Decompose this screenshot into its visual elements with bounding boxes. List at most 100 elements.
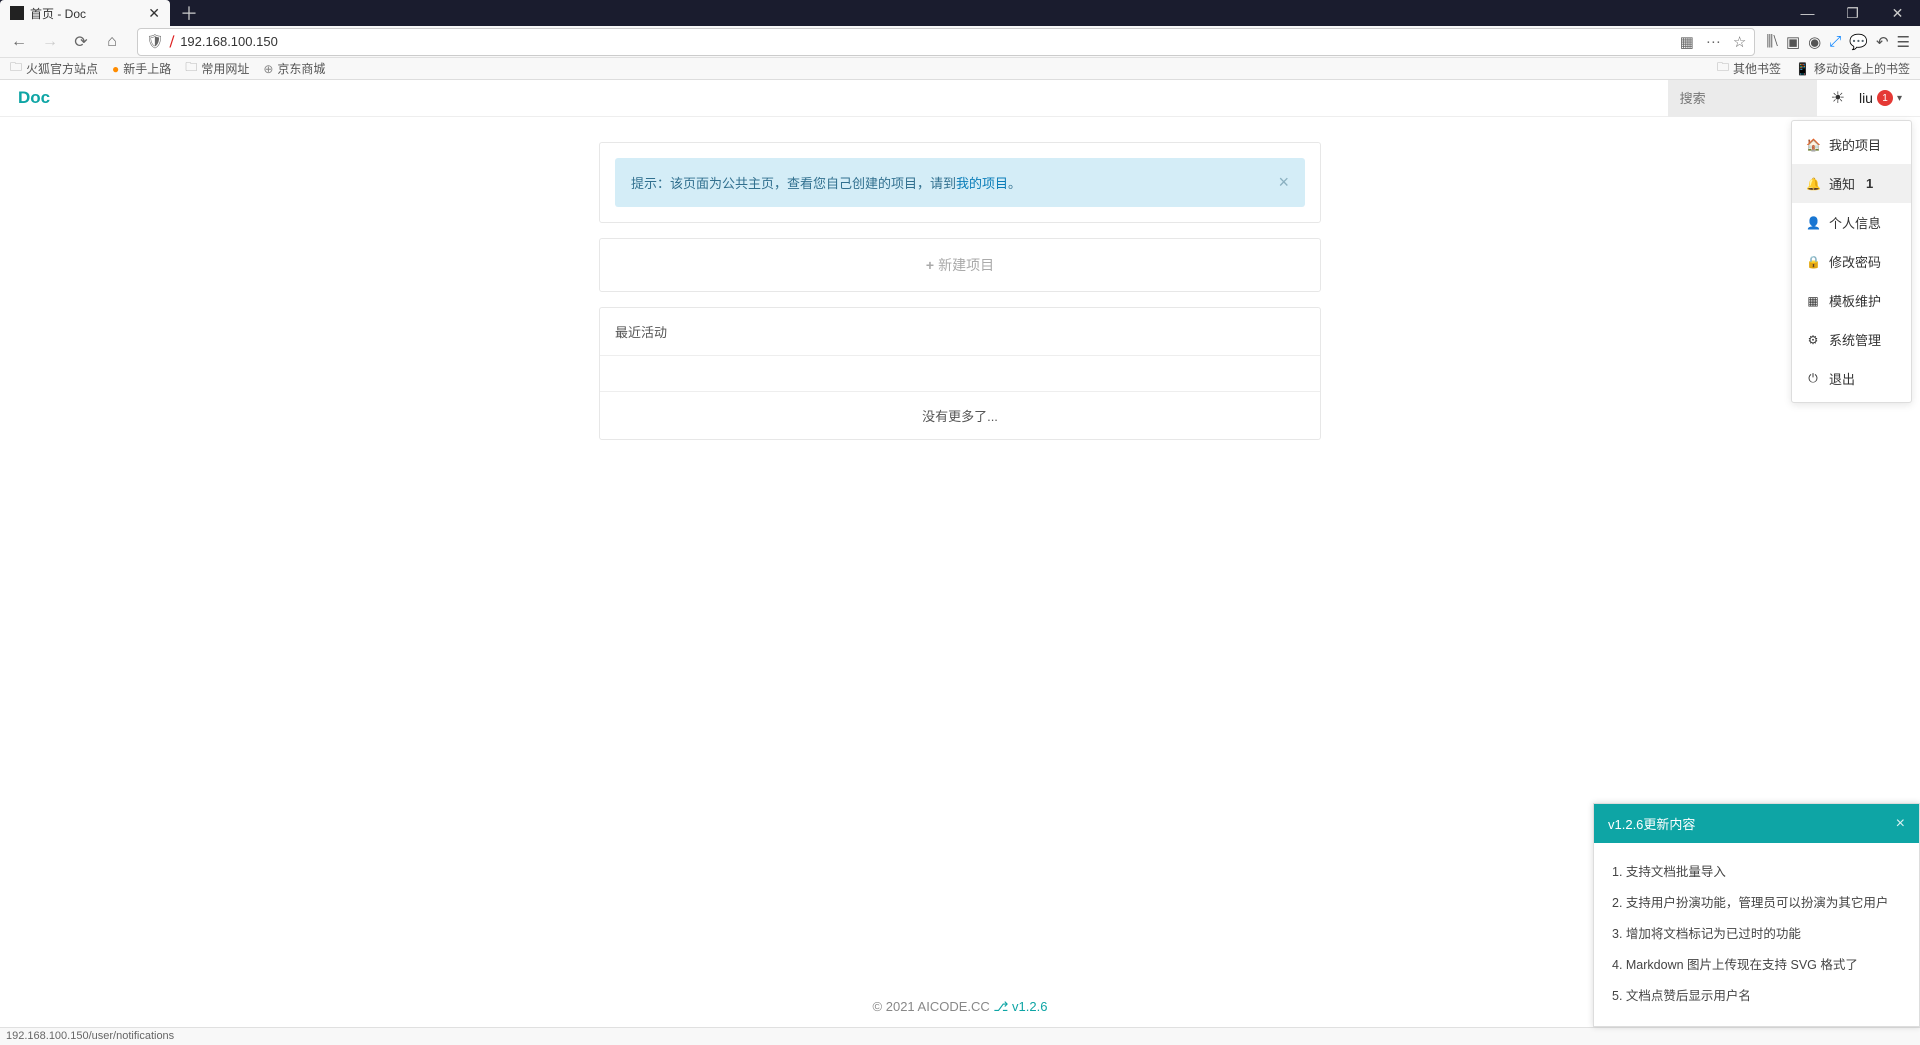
nav-forward-icon[interactable]: → (36, 28, 64, 56)
version-label: v1.2.6 (1012, 999, 1047, 1014)
url-bar[interactable]: 🛡 ⧸ ▦ ··· ☆ (137, 28, 1755, 56)
alert-close-icon[interactable]: × (1278, 172, 1289, 193)
alert-link[interactable]: 我的项目 (956, 173, 1008, 192)
shield-icon[interactable]: 🛡 (146, 33, 164, 50)
brand-logo[interactable]: Doc (18, 88, 50, 108)
bookmark-item[interactable]: ⊕ 京东商城 (263, 60, 325, 77)
bookmarks-bar: 🗀火狐官方站点 ● 新手上路 🗀常用网址 ⊕ 京东商城 🗀其他书签 📱 移动设备上的书… (0, 58, 1920, 80)
bookmark-item[interactable]: 🗀火狐官方站点 (10, 58, 98, 79)
menu-item-label: 修改密码 (1829, 252, 1881, 271)
recent-empty: 没有更多了... (600, 391, 1320, 439)
menu-item-icon: 🔒 (1806, 255, 1820, 269)
recent-body (600, 356, 1320, 391)
tab-close-icon[interactable]: ✕ (148, 5, 160, 22)
bookmark-item[interactable]: 🗀常用网址 (185, 58, 249, 79)
new-tab-button[interactable]: ＋ (180, 0, 198, 26)
dropdown-item[interactable]: ⏻ 退出 (1792, 359, 1911, 398)
changelog-item: 2. 支持用户扮演功能，管理员可以扮演为其它用户 (1612, 886, 1911, 917)
new-project-button[interactable]: +新建项目 (600, 239, 1320, 291)
dropdown-item[interactable]: 👤 个人信息 (1792, 203, 1911, 242)
footer-version-link[interactable]: ⎇ v1.2.6 (993, 999, 1047, 1014)
menu-item-icon: 🏠 (1806, 138, 1820, 152)
menu-item-icon: ⚙ (1806, 333, 1820, 347)
alert-suffix: 。 (1008, 173, 1021, 192)
menu-item-icon: ⏻ (1806, 371, 1820, 386)
bookmark-label: 常用网址 (201, 60, 249, 77)
info-alert: 提示：该页面为公共主页，查看您自己创建的项目，请到 我的项目 。 × (615, 158, 1305, 207)
theme-toggle-icon[interactable]: ☀ (1831, 88, 1845, 108)
library-icon[interactable]: ⫼⧵ (1766, 33, 1778, 50)
nav-home-icon[interactable]: ⌂ (98, 28, 126, 56)
browser-tab[interactable]: 首页 - Doc ✕ (0, 0, 170, 26)
menu-icon[interactable]: ☰ (1897, 33, 1910, 51)
nav-reload-icon[interactable]: ⟳ (67, 28, 95, 56)
globe-icon: ⊕ (263, 62, 273, 76)
changelog-body: 1. 支持文档批量导入2. 支持用户扮演功能，管理员可以扮演为其它用户3. 增加… (1594, 843, 1919, 1026)
menu-item-label: 系统管理 (1829, 330, 1881, 349)
window-titlebar: 首页 - Doc ✕ ＋ — ❐ ✕ (0, 0, 1920, 26)
search-input[interactable] (1668, 80, 1817, 117)
bookmark-label: 京东商城 (277, 60, 325, 77)
folder-icon: 🗀 (185, 58, 197, 79)
menu-item-label: 我的项目 (1829, 135, 1881, 154)
changelog-panel: v1.2.6更新内容 × 1. 支持文档批量导入2. 支持用户扮演功能，管理员可… (1593, 803, 1920, 1027)
user-name: liu (1859, 90, 1873, 106)
alert-text: 提示：该页面为公共主页，查看您自己创建的项目，请到 (631, 173, 956, 192)
menu-item-label: 通知 (1829, 174, 1855, 193)
undo-icon[interactable]: ↶ (1876, 33, 1889, 51)
dropdown-item[interactable]: ▦ 模板维护 (1792, 281, 1911, 320)
tab-title: 首页 - Doc (30, 5, 140, 22)
notification-badge: 1 (1877, 90, 1893, 106)
window-minimize[interactable]: — (1785, 0, 1830, 26)
url-input[interactable] (180, 34, 1674, 49)
user-dropdown: 🏠我的项目🔔通知1👤个人信息🔒修改密码▦模板维护⚙系统管理⏻退出 (1791, 120, 1912, 403)
tab-favicon (10, 6, 24, 20)
window-maximize[interactable]: ❐ (1830, 0, 1875, 26)
window-controls: — ❐ ✕ (1785, 0, 1920, 26)
user-menu-trigger[interactable]: liu 1 ▾ (1859, 90, 1902, 106)
browser-toolbar: ← → ⟳ ⌂ 🛡 ⧸ ▦ ··· ☆ ⫼⧵ ▣ ◉ ⤢ 💬 ↶ ☰ (0, 26, 1920, 58)
dropdown-item[interactable]: 🔒 修改密码 (1792, 242, 1911, 281)
plus-icon: + (926, 257, 934, 273)
permission-blocked-icon[interactable]: ⧸ (170, 34, 174, 50)
bookmark-label: 移动设备上的书签 (1814, 60, 1910, 77)
new-project-card: +新建项目 (599, 238, 1321, 292)
menu-item-icon: 🔔 (1806, 177, 1820, 191)
extension-icon[interactable]: 💬 (1849, 33, 1868, 51)
qr-icon[interactable]: ▦ (1680, 33, 1694, 51)
menu-item-icon: 👤 (1806, 216, 1820, 230)
dropdown-item[interactable]: 🏠 我的项目 (1792, 125, 1911, 164)
recent-activity-card: 最近活动 没有更多了... (599, 307, 1321, 440)
page-actions-icon[interactable]: ··· (1706, 33, 1721, 50)
browser-statusbar: 192.168.100.150/user/notifications (0, 1027, 1920, 1045)
dropdown-item[interactable]: ⚙ 系统管理 (1792, 320, 1911, 359)
mobile-icon: 📱 (1795, 62, 1810, 76)
account-icon[interactable]: ◉ (1808, 33, 1821, 51)
menu-item-label: 退出 (1829, 369, 1855, 388)
bookmark-star-icon[interactable]: ☆ (1733, 33, 1746, 51)
bookmark-item[interactable]: ● 新手上路 (112, 60, 171, 77)
github-icon: ⎇ (993, 999, 1008, 1014)
toolbar-right: ⫼⧵ ▣ ◉ ⤢ 💬 ↶ ☰ (1766, 33, 1915, 51)
info-card: 提示：该页面为公共主页，查看您自己创建的项目，请到 我的项目 。 × (599, 142, 1321, 223)
changelog-item: 3. 增加将文档标记为已过时的功能 (1612, 917, 1911, 948)
menu-item-label: 个人信息 (1829, 213, 1881, 232)
changelog-header: v1.2.6更新内容 × (1594, 804, 1919, 843)
changelog-close-icon[interactable]: × (1896, 815, 1905, 833)
changelog-item: 1. 支持文档批量导入 (1612, 855, 1911, 886)
bookmark-label: 新手上路 (123, 60, 171, 77)
footer-copyright: © 2021 AICODE.CC (873, 999, 994, 1014)
sidebar-icon[interactable]: ▣ (1786, 33, 1800, 51)
main-content: 提示：该页面为公共主页，查看您自己创建的项目，请到 我的项目 。 × +新建项目… (0, 117, 1920, 440)
screenshot-icon[interactable]: ⤢ (1829, 33, 1841, 50)
nav-back-icon[interactable]: ← (5, 28, 33, 56)
bookmark-mobile[interactable]: 📱 移动设备上的书签 (1795, 58, 1910, 79)
changelog-item: 5. 文档点赞后显示用户名 (1612, 979, 1911, 1010)
window-close[interactable]: ✕ (1875, 0, 1920, 26)
firefox-icon: ● (112, 62, 119, 76)
menu-item-icon: ▦ (1806, 294, 1820, 308)
dropdown-item[interactable]: 🔔通知1 (1792, 164, 1911, 203)
menu-item-label: 模板维护 (1829, 291, 1881, 310)
bookmark-other[interactable]: 🗀其他书签 (1717, 58, 1781, 79)
app-header: Doc ☀ liu 1 ▾ (0, 80, 1920, 117)
